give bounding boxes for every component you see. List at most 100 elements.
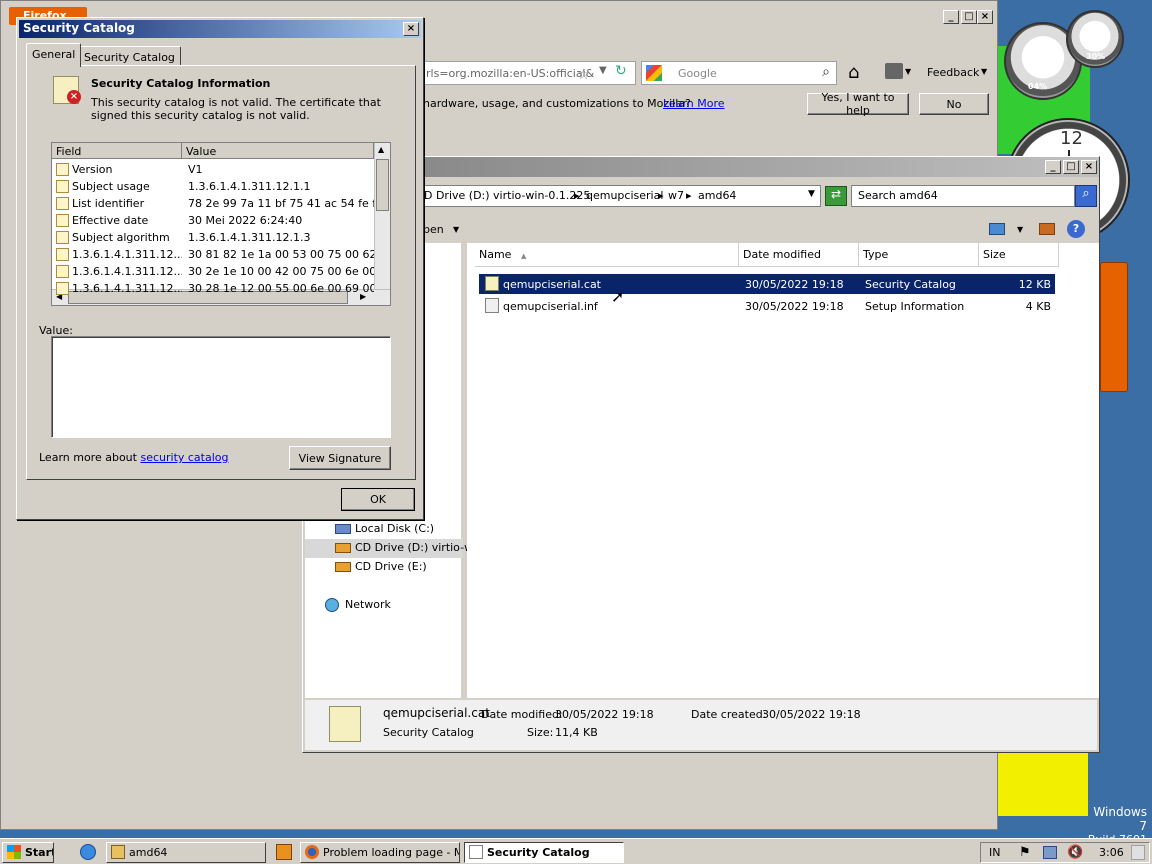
file-date: 30/05/2022 19:18 <box>745 277 844 291</box>
tab-security-catalog[interactable]: Security Catalog <box>78 46 181 66</box>
details-size-label: Size: <box>527 726 554 739</box>
help-icon[interactable]: ? <box>1067 220 1085 238</box>
clock[interactable]: 3:06 <box>1099 846 1124 859</box>
firefox-search-bar[interactable]: Google ⌕ <box>641 61 837 85</box>
view-signature-button[interactable]: View Signature <box>289 446 391 470</box>
field-icon <box>56 180 69 193</box>
file-row[interactable]: qemupciserial.inf 30/05/2022 19:18 Setup… <box>479 296 1055 316</box>
network-tray-icon[interactable] <box>1043 846 1057 859</box>
details-date-created-label: Date created: <box>691 708 767 721</box>
mouse-cursor-icon: ➚ <box>611 287 625 306</box>
field-name: Subject algorithm <box>72 231 170 244</box>
firefox-close-button[interactable]: × <box>977 10 993 24</box>
toolbar-open-button[interactable]: pen <box>423 223 444 236</box>
security-catalog-link[interactable]: security catalog <box>140 451 228 464</box>
open-dropdown-icon[interactable]: ▼ <box>453 225 459 234</box>
explorer-search-input[interactable]: Search amd64 <box>851 185 1075 207</box>
start-button[interactable]: Start <box>2 842 54 863</box>
field-list[interactable]: Field Value ▲ ◀ ▶ Version V1 Subject usage… <box>51 142 391 306</box>
dialog-titlebar[interactable]: Security Catalog <box>19 20 421 38</box>
scroll-up-icon[interactable]: ▲ <box>378 145 384 154</box>
file-list: Name ▲ Date modified Type Size qemupcise… <box>467 243 1099 698</box>
breadcrumb-w7[interactable]: w7 <box>668 189 684 202</box>
scroll-thumb[interactable] <box>376 159 389 211</box>
notice-yes-button[interactable]: Yes, I want to help <box>807 91 909 117</box>
notice-no-button[interactable]: No <box>919 93 989 115</box>
breadcrumb-sep-icon: ▸ <box>658 189 664 202</box>
dialog-close-button[interactable]: × <box>403 22 419 36</box>
ie-icon[interactable] <box>80 844 96 860</box>
task-firefox[interactable]: Problem loading page - M... <box>300 842 460 863</box>
media-player-icon[interactable] <box>276 844 292 860</box>
task-label: Problem loading page - M... <box>323 846 460 859</box>
field-row[interactable]: Subject usage 1.3.6.1.4.1.311.12.1.1 <box>52 178 374 195</box>
column-field[interactable]: Field <box>52 143 182 159</box>
cpu-percent: 04% <box>1028 82 1048 91</box>
explorer-maximize-button[interactable]: □ <box>1063 160 1079 174</box>
field-row[interactable]: 1.3.6.1.4.1.311.12... 30 28 1e 12 00 55 0… <box>52 280 374 297</box>
file-row[interactable]: qemupciserial.cat 30/05/2022 19:18 Secur… <box>479 274 1055 294</box>
cd-drive-icon <box>335 562 351 572</box>
views-dropdown-icon[interactable]: ▼ <box>1017 225 1023 234</box>
task-amd64[interactable]: amd64 <box>106 842 266 863</box>
tab-general[interactable]: General <box>26 43 82 67</box>
watermark-line1: Windows 7 <box>1093 805 1147 833</box>
field-row[interactable]: Effective date 30 Mei 2022 6:24:40 <box>52 212 374 229</box>
home-icon[interactable]: ⌂ <box>848 62 859 83</box>
address-dropdown-icon[interactable]: ▼ <box>808 189 815 199</box>
volume-icon[interactable]: 🔇 <box>1067 845 1083 860</box>
field-name: Version <box>72 163 113 176</box>
extension-icon <box>56 282 69 295</box>
details-filename: qemupciserial.cat <box>383 706 490 720</box>
ok-button[interactable]: OK <box>341 488 415 511</box>
action-center-flag-icon[interactable]: ⚑ <box>1019 845 1031 860</box>
field-row[interactable]: 1.3.6.1.4.1.311.12... 30 81 82 1e 1a 00 5… <box>52 246 374 263</box>
firefox-maximize-button[interactable]: □ <box>961 10 977 24</box>
firefox-minimize-button[interactable]: _ <box>943 10 959 24</box>
vertical-scrollbar[interactable]: ▲ <box>374 143 390 289</box>
column-header-date[interactable]: Date modified <box>739 243 859 267</box>
file-type: Security Catalog <box>865 277 956 291</box>
column-value[interactable]: Value <box>182 143 374 159</box>
breadcrumb-drive[interactable]: D Drive (D:) virtio-win-0.1.225 <box>424 189 590 202</box>
column-header-name[interactable]: Name ▲ <box>475 243 739 267</box>
feedback-button[interactable]: Feedback <box>927 66 979 79</box>
refresh-icon[interactable]: ⇄ <box>825 186 847 206</box>
column-header-size[interactable]: Size <box>979 243 1059 267</box>
breadcrumb-amd64[interactable]: amd64 <box>698 189 736 202</box>
search-icon[interactable]: ⌕ <box>1075 185 1097 207</box>
field-row[interactable]: Subject algorithm 1.3.6.1.4.1.311.12.1.3 <box>52 229 374 246</box>
field-name: Effective date <box>72 214 149 227</box>
url-dropdown-icon[interactable]: ▼ <box>599 65 607 76</box>
extension-icon <box>56 248 69 261</box>
task-security-catalog[interactable]: Security Catalog <box>464 842 624 863</box>
search-icon[interactable]: ⌕ <box>822 64 830 80</box>
addon-dropdown-icon[interactable]: ▼ <box>905 67 911 76</box>
breadcrumb-folder[interactable]: qemupciserial <box>586 189 663 202</box>
dialog-title: Security Catalog <box>23 21 135 35</box>
file-name: qemupciserial.cat <box>503 277 601 291</box>
cd-drive-icon <box>335 543 351 553</box>
url-text: rls=org.mozilla:en-US:official& <box>426 67 595 80</box>
explorer-search-placeholder: Search amd64 <box>858 189 938 202</box>
language-indicator[interactable]: IN <box>989 846 1000 859</box>
field-icon <box>56 231 69 244</box>
show-desktop-button[interactable] <box>1131 845 1145 860</box>
explorer-close-button[interactable]: × <box>1081 160 1097 174</box>
field-row[interactable]: Version V1 <box>52 161 374 178</box>
notice-learn-more-link[interactable]: Learn More <box>663 97 725 110</box>
feedback-dropdown-icon[interactable]: ▼ <box>981 67 987 76</box>
views-icon[interactable] <box>989 223 1005 235</box>
field-name: 1.3.6.1.4.1.311.12... <box>72 282 182 295</box>
explorer-minimize-button[interactable]: _ <box>1045 160 1061 174</box>
field-value: 30 81 82 1e 1a 00 53 00 75 00 62 0... <box>188 248 374 261</box>
preview-pane-icon[interactable] <box>1039 223 1055 235</box>
addon-icon[interactable] <box>885 63 903 79</box>
field-row[interactable]: 1.3.6.1.4.1.311.12... 30 2e 1e 10 00 42 0… <box>52 263 374 280</box>
bookmark-star-icon[interactable]: ☆ <box>577 65 590 83</box>
column-header-type[interactable]: Type <box>859 243 979 267</box>
nav-item-cd-d[interactable]: CD Drive (D:) virtio-win <box>305 539 483 558</box>
value-textbox[interactable] <box>51 336 391 438</box>
reload-icon[interactable]: ↻ <box>615 63 627 79</box>
field-row[interactable]: List identifier 78 2e 99 7a 11 bf 75 41 a… <box>52 195 374 212</box>
